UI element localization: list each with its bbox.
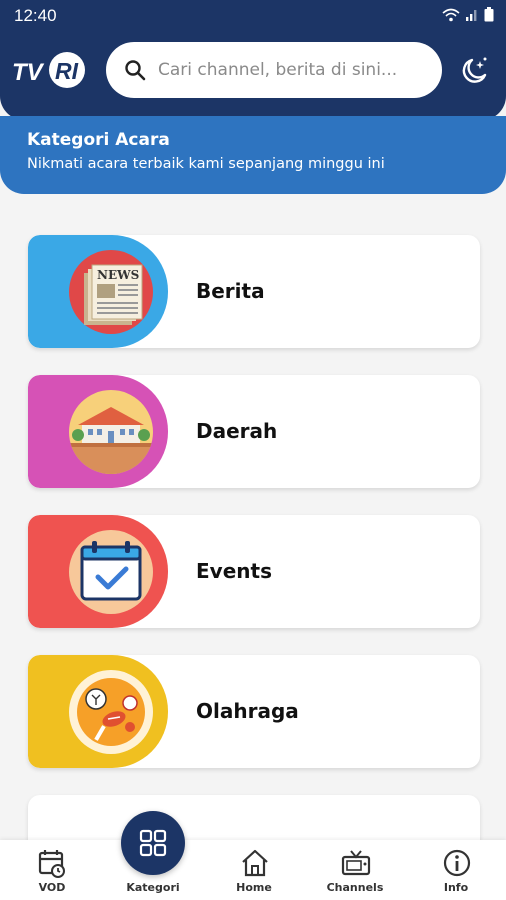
nav-label: Channels [326, 881, 384, 894]
news-illus-text: NEWS [97, 268, 139, 282]
nav-info[interactable]: Info [416, 840, 496, 900]
nav-label: VOD [38, 881, 66, 894]
banner-title: Kategori Acara [27, 130, 170, 150]
nav-label: Kategori [126, 881, 180, 894]
app-header: 12:40 TV RI [0, 0, 506, 120]
wifi-icon [442, 8, 460, 21]
calendar-check-icon [69, 530, 153, 614]
search-bar[interactable] [106, 42, 442, 98]
nav-channels[interactable]: Channels [315, 840, 395, 900]
svg-text:RI: RI [55, 58, 79, 84]
nav-home[interactable]: Home [214, 840, 294, 900]
bottom-navigation: VOD Kategori Home Channels Info [0, 840, 506, 900]
battery-icon [484, 7, 494, 22]
category-label: Berita [196, 279, 265, 303]
grid-icon [139, 829, 167, 857]
search-icon[interactable] [124, 59, 146, 81]
nav-label: Home [236, 881, 272, 894]
category-card-berita[interactable]: NEWS Berita [28, 235, 480, 348]
category-card-olahraga[interactable]: Olahraga [28, 655, 480, 768]
nav-label: Info [443, 881, 469, 894]
tv-icon [341, 850, 371, 876]
svg-text:TV: TV [12, 59, 45, 86]
status-bar: 12:40 [0, 0, 506, 32]
category-label: Daerah [196, 419, 278, 443]
kategori-fab-button[interactable] [121, 811, 185, 875]
home-icon [242, 849, 268, 877]
search-input[interactable] [158, 60, 420, 80]
signal-icon [466, 9, 477, 21]
tvri-logo[interactable]: TV RI [12, 50, 92, 90]
category-card-daerah[interactable]: Daerah [28, 375, 480, 488]
category-card-events[interactable]: Events [28, 515, 480, 628]
category-banner: Kategori Acara Nikmati acara terbaik kam… [0, 116, 506, 194]
town-icon [69, 390, 153, 474]
status-icons [442, 7, 494, 22]
banner-subtitle: Nikmati acara terbaik kami sepanjang min… [27, 156, 385, 172]
info-icon [443, 849, 471, 877]
category-label: Events [196, 559, 272, 583]
moon-stars-icon[interactable] [458, 55, 490, 87]
nav-vod[interactable]: VOD [12, 840, 92, 900]
newspaper-icon: NEWS [69, 250, 153, 334]
status-time: 12:40 [14, 6, 57, 25]
clock-calendar-icon [38, 850, 65, 878]
category-label: Olahraga [196, 699, 299, 723]
sports-icon [69, 670, 153, 754]
